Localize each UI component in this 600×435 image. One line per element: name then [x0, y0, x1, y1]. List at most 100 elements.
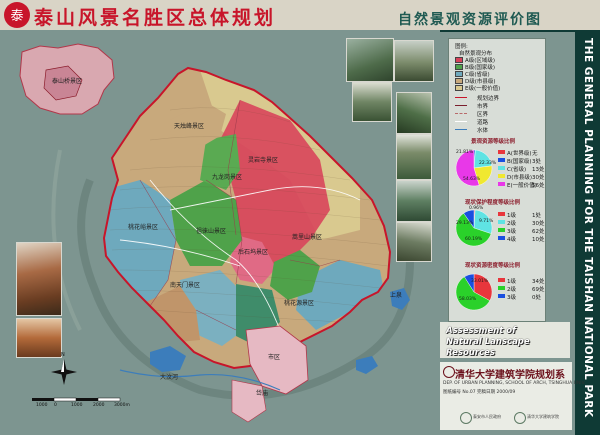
pie2-legend-count: 10处: [532, 237, 545, 243]
pie2-data-label: 0.96%: [469, 206, 484, 211]
pie2-data-label: 60.19%: [465, 237, 483, 242]
grade-a-swatch: [455, 57, 463, 63]
footer-left-org: 泰安市人民政府: [473, 414, 501, 419]
photo-rocky-peak: [396, 222, 432, 262]
pie2-legend-count: 30处: [532, 221, 545, 227]
map-label: 祖徕山景区: [196, 228, 227, 235]
institution-dept: DEP. OF URBAN PLANNING, SCHOOL OF ARCH, …: [443, 381, 586, 386]
pie1-legend-count: 3处: [532, 159, 541, 165]
legend-panel: 图例: 自然景观分布 A级(区域级) B级(国家级) C级(省级) D级(市县级…: [448, 38, 546, 322]
logo-mark: 泰: [10, 9, 24, 24]
photo-red-rock: [16, 242, 62, 316]
pie2-data-label: 29.13%: [456, 221, 474, 226]
pie3-legend-swatch: [498, 286, 505, 290]
footer-right-org: 清华大学建筑学院: [527, 414, 559, 419]
pie1-legend-label: B(国家级): [507, 159, 532, 165]
photo-waterfall: [352, 82, 392, 122]
grade-e-swatch: [455, 85, 463, 91]
pie2-legend-swatch: [498, 236, 505, 240]
map-label: 桃花源景区: [284, 300, 315, 307]
chart-title-1: 景观资源等级比例: [471, 139, 516, 145]
pie2-legend-label: 4级: [507, 237, 516, 243]
pie1-data-label: 54.63%: [463, 177, 481, 182]
scale-label: 3000m: [114, 403, 130, 408]
photo-mountain-peak: [346, 38, 394, 82]
assessment-title: Assessment of Natural Lanscape Resources: [446, 326, 571, 359]
pie3-legend-count: 69处: [532, 287, 545, 293]
map-label: 市区: [268, 354, 281, 361]
line-label-road: 道路: [477, 120, 489, 126]
pie2-legend-swatch: [498, 220, 505, 224]
institution-name: 清华大学建筑学院规划系: [455, 370, 565, 381]
line-label-boundary: 规划边界: [477, 96, 500, 102]
pie1-legend-count: 13处: [532, 167, 545, 173]
pie3-legend-swatch: [498, 294, 505, 298]
scale-label: 0: [54, 403, 57, 408]
page-title: 泰山风景名胜区总体规划: [34, 7, 277, 29]
pie1-legend-label: D(市县级): [507, 175, 533, 181]
north-arrow-icon: [51, 359, 77, 385]
seal-icon-right: [514, 412, 526, 424]
pie-chart-3: [455, 273, 493, 311]
pie1-data-label: 22.33%: [479, 161, 497, 166]
english-title: THE GENERAL PLANNING FOR THE TAISHAN NAT…: [582, 38, 594, 418]
pie1-legend-count: 56处: [532, 183, 545, 189]
assessment-line-1: Assessment of: [446, 326, 516, 336]
page-subtitle: 自然景观资源评价图: [398, 12, 542, 28]
pie2-legend-label: 2级: [507, 221, 516, 227]
photo-stream: [396, 180, 432, 222]
pie1-legend-swatch: [498, 166, 505, 170]
pie3-legend-label: 3级: [507, 295, 516, 301]
scale-label: 1000: [71, 403, 83, 408]
photo-valley: [396, 134, 432, 180]
scale-label: 2000: [93, 403, 105, 408]
map-poster: 泰 泰山风景名胜区总体规划 自然景观资源评价图 THE GENERAL PLAN…: [0, 0, 600, 435]
photo-autumn-hill: [16, 318, 62, 358]
pie2-legend-count: 1处: [532, 213, 541, 219]
assessment-line-2: Natural Lanscape Resources: [446, 337, 530, 358]
grade-b-swatch: [455, 64, 463, 70]
pie3-legend-swatch: [498, 278, 505, 282]
line-label-district: 区界: [477, 112, 489, 118]
english-title-band: THE GENERAL PLANNING FOR THE TAISHAN NAT…: [575, 30, 600, 435]
pie2-data-label: 9.71%: [479, 219, 494, 224]
line-symbol-water: [455, 129, 467, 130]
pie3-data-label: 33.01%: [471, 279, 489, 284]
map-label: 泰山桥景区: [52, 78, 83, 85]
photo-forest: [396, 92, 432, 134]
grade-c-swatch: [455, 71, 463, 77]
line-symbol-district: [455, 113, 467, 114]
assessment-label-box: Assessment of Natural Lanscape Resources: [440, 322, 570, 358]
pie2-legend-label: 3级: [507, 229, 516, 235]
pie1-legend-count: 无: [532, 151, 538, 157]
map-label: 南天门景区: [170, 282, 201, 289]
line-label-city: 市界: [477, 104, 489, 110]
tsinghua-logo-icon: [443, 366, 455, 378]
pie2-legend-label: 1级: [507, 213, 516, 219]
pie2-legend-swatch: [498, 212, 505, 216]
grade-d-swatch: [455, 78, 463, 84]
line-symbol-boundary: [455, 97, 467, 98]
pie1-legend-count: 30处: [532, 175, 545, 181]
map-label: 后石坞景区: [238, 249, 269, 256]
header-bar: 泰 泰山风景名胜区总体规划 自然景观资源评价图: [0, 0, 600, 32]
map-label: 上泉: [390, 292, 403, 299]
scale-label: 1000: [36, 403, 48, 408]
map-label: 大汶河: [160, 374, 179, 381]
institution-block: 清华大学建筑学院规划系 DEP. OF URBAN PLANNING, SCHO…: [440, 362, 586, 430]
pie3-legend-count: 0处: [532, 295, 541, 301]
compass-north: N: [61, 352, 65, 358]
chart-title-3: 现状资源密度等级比例: [465, 263, 521, 269]
pie2-legend-count: 62处: [532, 229, 545, 235]
pie1-legend-label: C(省级): [507, 167, 527, 173]
line-symbol-road: [455, 121, 467, 122]
pie1-legend-swatch: [498, 182, 505, 186]
photo-pine-cliff: [394, 40, 434, 82]
pie1-legend-swatch: [498, 158, 505, 162]
pie3-data-label: 58.03%: [459, 297, 477, 302]
pie2-legend-swatch: [498, 228, 505, 232]
pie3-legend-label: 2级: [507, 287, 516, 293]
pie-chart-2: [455, 209, 493, 247]
map-label: 岱庙: [256, 390, 269, 397]
chart-title-2: 现状保护程度等级比例: [465, 200, 521, 206]
